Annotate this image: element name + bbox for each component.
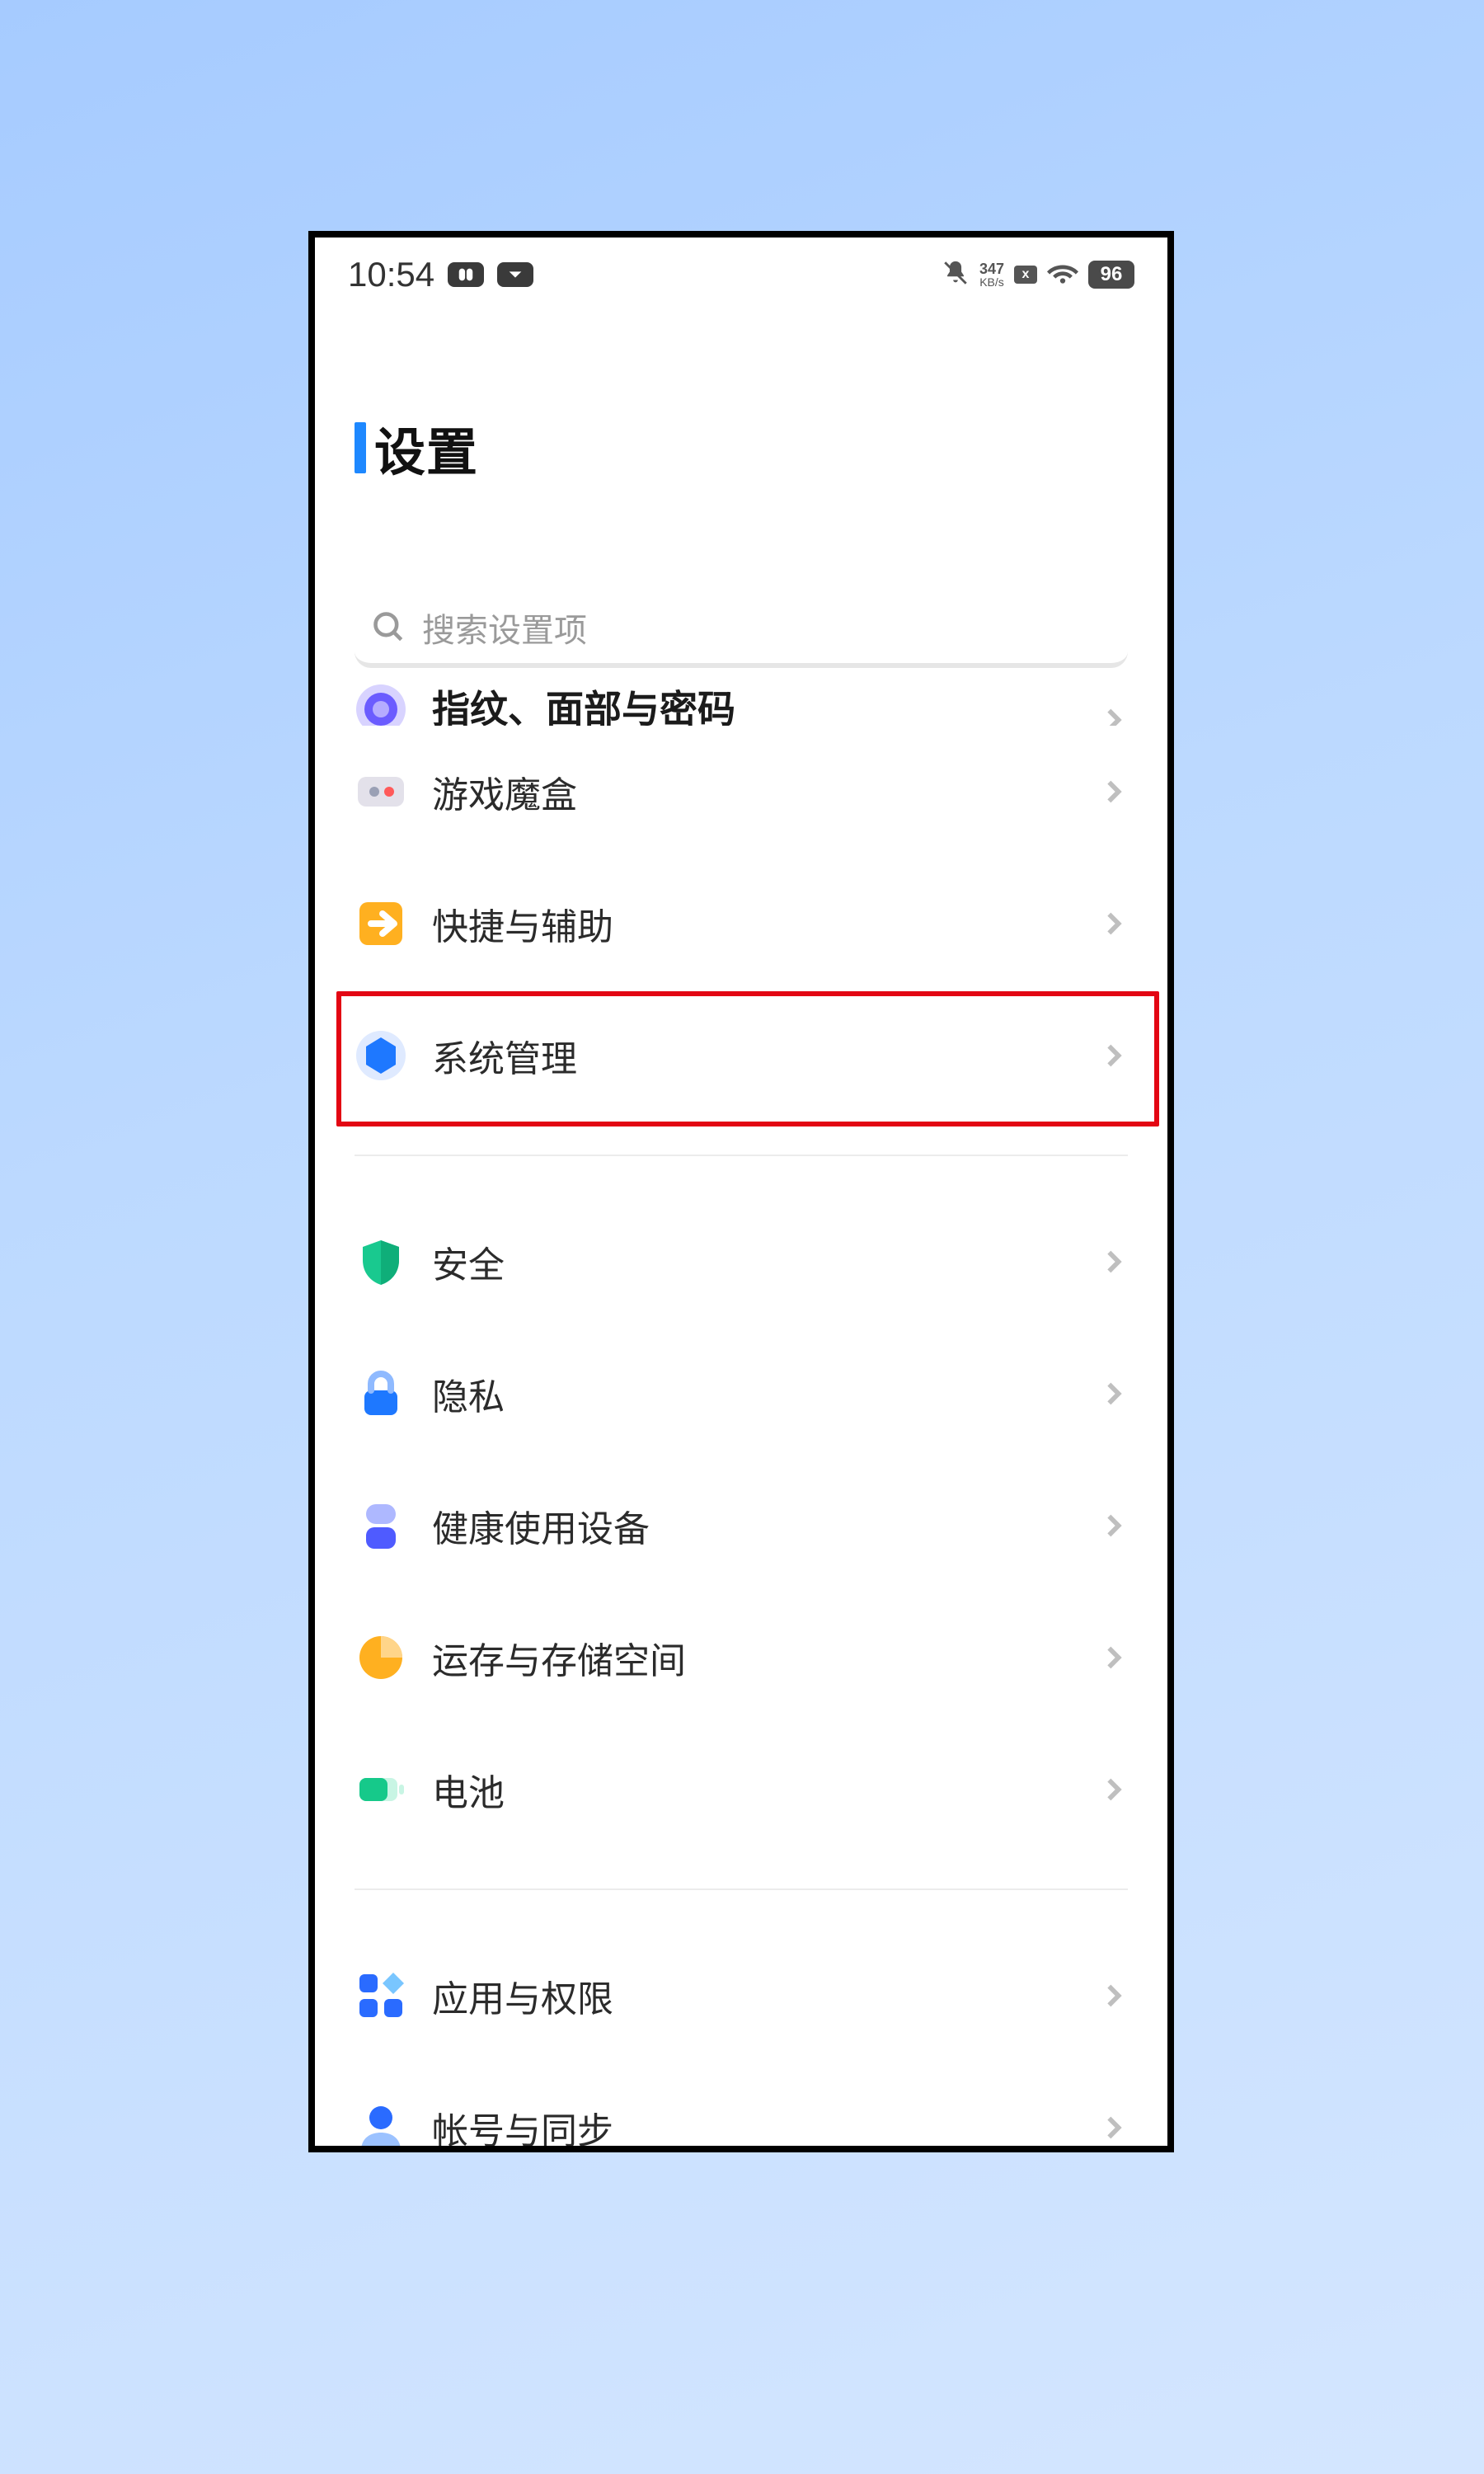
settings-row-storage[interactable]: 运存与存储空间 <box>355 1592 1128 1724</box>
phone-screen: 10:54 347 KB/s x <box>315 238 1167 2146</box>
settings-row-label: 游戏魔盒 <box>432 765 1075 818</box>
section-divider <box>355 1155 1128 1156</box>
net-speed-value: 347 <box>979 261 1004 276</box>
page-title: 设置 <box>355 411 1128 485</box>
settings-row-label: 安全 <box>432 1235 1075 1288</box>
user-icon <box>355 2101 407 2146</box>
settings-row-gamebox[interactable]: 游戏魔盒 <box>355 726 1128 858</box>
net-speed-unit: KB/s <box>979 276 1004 288</box>
wellbeing-icon <box>355 1499 407 1552</box>
settings-list: 指纹、面部与密码 游戏魔盒 快捷与辅助 <box>315 668 1167 2146</box>
settings-row-system[interactable]: 系统管理 <box>355 990 1128 1122</box>
settings-scroll[interactable]: 指纹、面部与密码 游戏魔盒 快捷与辅助 <box>315 668 1167 2146</box>
hex-gear-icon <box>355 1029 407 1082</box>
chevron-right-icon <box>1100 2114 1128 2142</box>
chevron-right-icon <box>1100 1248 1128 1276</box>
arrow-right-box-icon <box>355 897 407 950</box>
search-icon <box>371 609 407 646</box>
battery-level: 96 <box>1088 261 1134 289</box>
settings-row-label: 指纹、面部与密码 <box>432 680 1075 726</box>
sim-no-signal-icon: x <box>1014 266 1037 284</box>
apps-icon <box>355 1969 407 2022</box>
wifi-icon <box>1047 257 1078 293</box>
net-speed: 347 KB/s <box>979 261 1004 288</box>
settings-row-privacy[interactable]: 隐私 <box>355 1328 1128 1460</box>
status-bar: 10:54 347 KB/s x <box>315 238 1167 312</box>
settings-row-label: 快捷与辅助 <box>432 897 1075 950</box>
page-header: 设置 <box>315 312 1167 526</box>
chevron-right-icon <box>1100 1380 1128 1408</box>
search-input[interactable]: 搜索设置项 <box>355 592 1128 668</box>
pie-icon <box>355 1631 407 1684</box>
status-bar-left: 10:54 <box>348 255 533 294</box>
settings-row-label: 电池 <box>432 1763 1075 1816</box>
stage: 10:54 347 KB/s x <box>0 0 1484 2474</box>
phone-frame: 10:54 347 KB/s x <box>308 231 1174 2152</box>
settings-row-label: 应用与权限 <box>432 1969 1075 2022</box>
page-title-text: 设置 <box>374 411 478 485</box>
settings-row-label: 健康使用设备 <box>432 1499 1075 1552</box>
status-bar-right: 347 KB/s x 96 <box>942 257 1134 293</box>
battery-icon <box>355 1763 407 1816</box>
settings-row-label: 运存与存储空间 <box>432 1631 1075 1684</box>
settings-row-label: 系统管理 <box>432 1029 1075 1082</box>
status-time: 10:54 <box>348 255 434 294</box>
settings-row-wellbeing[interactable]: 健康使用设备 <box>355 1460 1128 1592</box>
shield-icon <box>355 1235 407 1288</box>
title-accent-bar <box>355 422 366 473</box>
chevron-right-icon <box>1100 910 1128 938</box>
chevron-right-icon <box>1100 778 1128 806</box>
chevron-right-icon <box>1100 706 1128 726</box>
search-placeholder: 搜索设置项 <box>422 604 587 651</box>
gamebox-icon <box>355 765 407 818</box>
section-divider <box>355 1888 1128 1890</box>
chevron-right-icon <box>1100 1512 1128 1540</box>
settings-row-label: 帐号与同步 <box>432 2101 1075 2146</box>
settings-row-fingerprint[interactable]: 指纹、面部与密码 <box>355 668 1128 726</box>
settings-row-apps[interactable]: 应用与权限 <box>355 1930 1128 2062</box>
settings-row-security[interactable]: 安全 <box>355 1196 1128 1328</box>
chevron-right-icon <box>1100 1042 1128 1070</box>
settings-row-label: 隐私 <box>432 1367 1075 1420</box>
status-indicator-2-icon <box>497 262 533 287</box>
status-indicator-1-icon <box>448 262 484 287</box>
fingerprint-icon <box>355 683 407 726</box>
settings-row-shortcut[interactable]: 快捷与辅助 <box>355 858 1128 990</box>
chevron-right-icon <box>1100 1776 1128 1804</box>
chevron-right-icon <box>1100 1644 1128 1672</box>
chevron-right-icon <box>1100 1982 1128 2010</box>
search-wrap: 搜索设置项 <box>315 526 1167 668</box>
lock-icon <box>355 1367 407 1420</box>
mute-icon <box>942 259 970 291</box>
settings-row-account[interactable]: 帐号与同步 <box>355 2062 1128 2146</box>
settings-row-battery[interactable]: 电池 <box>355 1724 1128 1856</box>
